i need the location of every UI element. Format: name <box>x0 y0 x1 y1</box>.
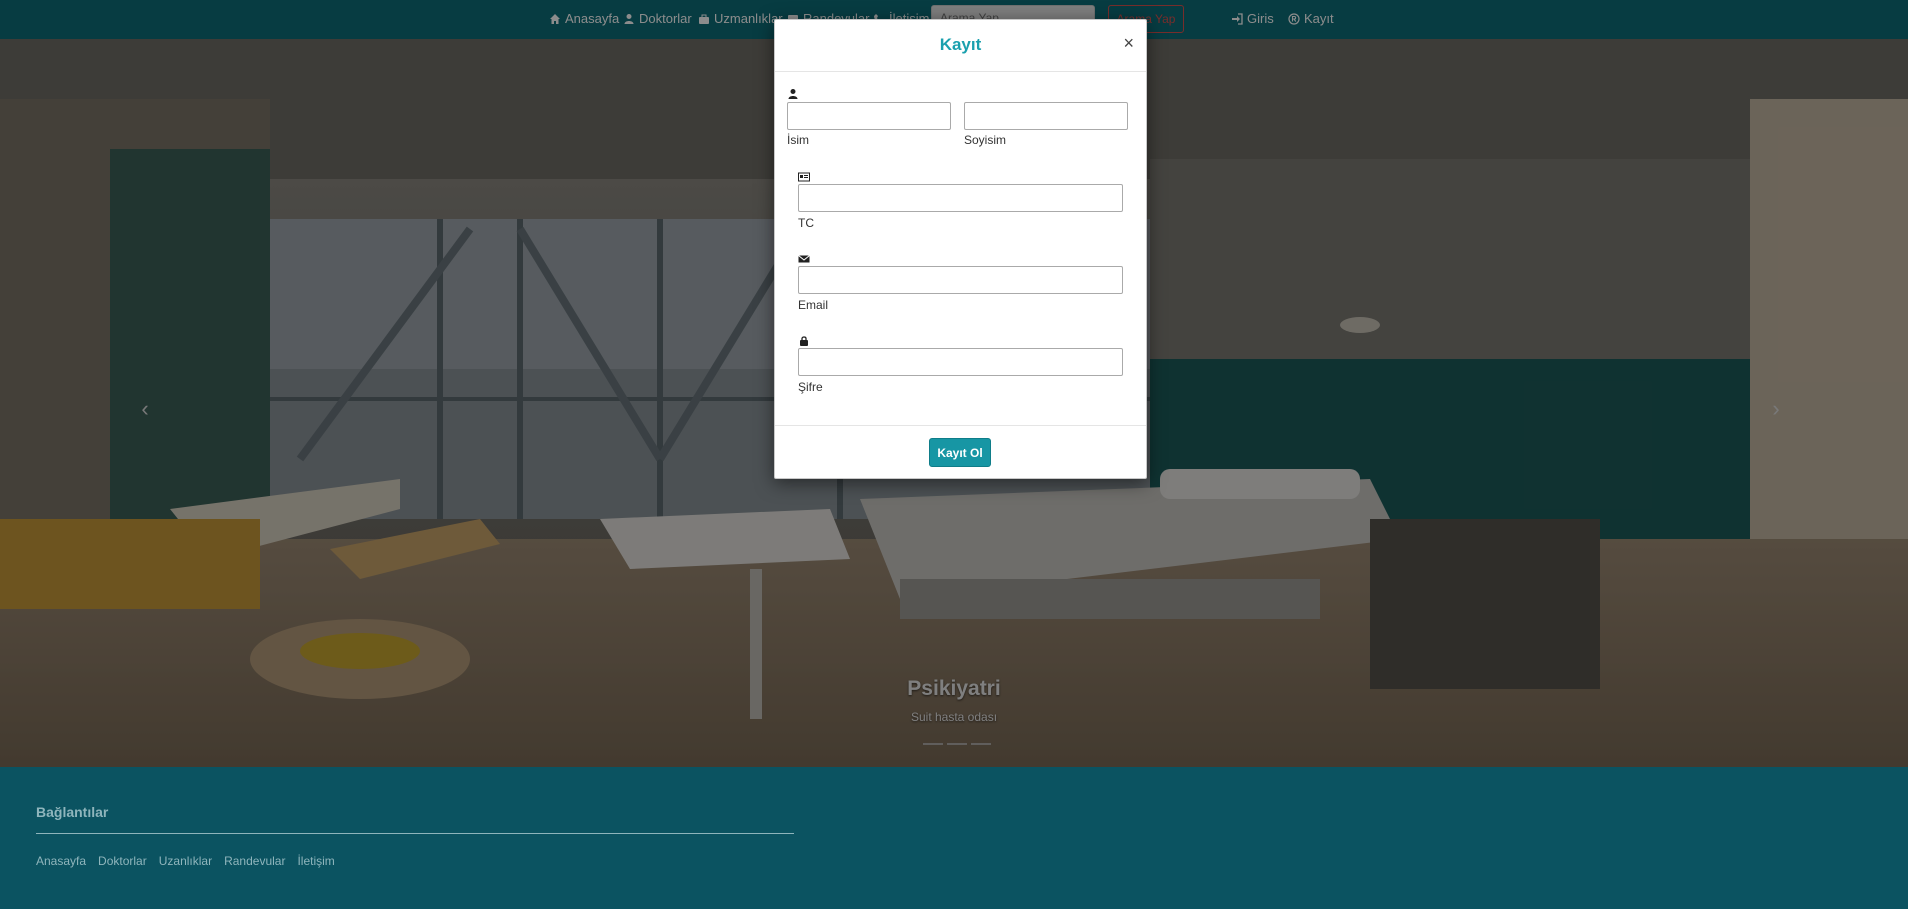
footer-links: Anasayfa Doktorlar Uzanlıklar Randevular… <box>36 854 335 868</box>
last-name-input[interactable] <box>964 102 1128 130</box>
tc-label: TC <box>798 216 814 230</box>
id-card-icon <box>798 170 810 182</box>
email-input[interactable] <box>798 266 1123 294</box>
modal-title: Kayıt <box>939 35 982 54</box>
last-name-label: Soyisim <box>964 133 1007 147</box>
close-icon[interactable]: × <box>1123 33 1134 54</box>
footer: Bağlantılar Anasayfa Doktorlar Uzanlıkla… <box>0 767 1908 909</box>
register-modal: Kayıt × İsim Soyisim TC Email Şifre Kayı… <box>774 19 1147 479</box>
register-submit-button[interactable]: Kayıt Ol <box>929 438 991 467</box>
footer-link[interactable]: Doktorlar <box>98 854 147 868</box>
modal-footer-divider <box>775 425 1146 426</box>
envelope-icon <box>798 252 810 264</box>
modal-header: Kayıt × <box>775 20 1146 72</box>
first-name-label: İsim <box>787 133 809 147</box>
footer-link[interactable]: Randevular <box>224 854 285 868</box>
password-label: Şifre <box>798 380 823 394</box>
footer-link[interactable]: Anasayfa <box>36 854 86 868</box>
password-input[interactable] <box>798 348 1123 376</box>
first-name-input[interactable] <box>787 102 951 130</box>
email-label: Email <box>798 298 829 312</box>
tc-input[interactable] <box>798 184 1123 212</box>
footer-link[interactable]: İletişim <box>297 854 334 868</box>
user-icon <box>787 87 799 99</box>
lock-icon <box>798 334 810 346</box>
footer-title: Bağlantılar <box>36 804 109 820</box>
footer-divider <box>36 833 794 834</box>
footer-link[interactable]: Uzanlıklar <box>159 854 212 868</box>
